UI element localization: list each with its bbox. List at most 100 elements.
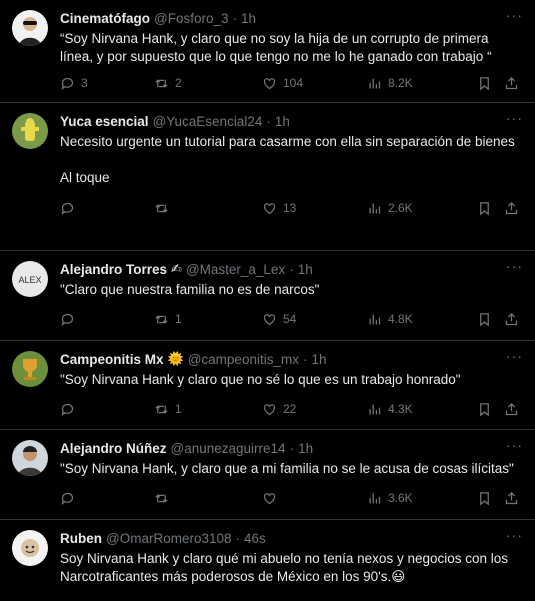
- reply-button[interactable]: 3: [60, 76, 154, 91]
- tweet-header: Cinematófago @Fosforo_3 · 1h: [60, 9, 521, 27]
- retweet-count: 1: [175, 312, 182, 326]
- reply-icon: [61, 403, 74, 416]
- views-button[interactable]: 4.3K: [367, 402, 477, 417]
- retweet-button[interactable]: [154, 201, 262, 216]
- views-button[interactable]: 8.2K: [367, 76, 477, 91]
- tweet-text: "Soy Nirvana Hank y claro que no sé lo q…: [60, 372, 461, 387]
- views-button[interactable]: 4.8K: [367, 312, 477, 327]
- more-options-icon[interactable]: ···: [506, 8, 523, 22]
- bookmark-button[interactable]: [477, 402, 504, 417]
- views-button[interactable]: 2.6K: [367, 201, 477, 216]
- man-with-sunglasses-avatar[interactable]: [12, 10, 48, 46]
- timestamp[interactable]: 46s: [244, 531, 266, 546]
- share-icon: [505, 201, 518, 214]
- views-icon: [369, 78, 381, 88]
- retweet-button[interactable]: [154, 491, 262, 506]
- reply-button[interactable]: [60, 201, 154, 216]
- retweet-button[interactable]: 1: [154, 402, 262, 417]
- author-handle[interactable]: @OmarRomero3108: [106, 531, 232, 546]
- bookmark-button[interactable]: [477, 491, 504, 506]
- separator-dot: ·: [232, 10, 238, 26]
- retweet-icon: [155, 404, 168, 414]
- tweet[interactable]: ALEX Alejandro Torres ✍ @Master_a_Lex · …: [0, 251, 535, 341]
- heart-icon: [263, 202, 276, 214]
- retweet-icon: [155, 78, 168, 88]
- timestamp[interactable]: 1h: [241, 11, 256, 26]
- like-count: 104: [283, 76, 304, 90]
- share-button[interactable]: [504, 491, 519, 506]
- like-count: 22: [283, 402, 297, 416]
- bookmark-icon: [480, 312, 489, 326]
- bookmark-icon: [480, 402, 489, 416]
- author-handle[interactable]: @Fosforo_3: [154, 11, 229, 26]
- like-button[interactable]: 13: [262, 201, 367, 216]
- tweet[interactable]: Yuca esencial @YucaEsencial24 · 1h ··· N…: [0, 103, 535, 251]
- tweet-header: Yuca esencial @YucaEsencial24 · 1h: [60, 112, 521, 130]
- author-name[interactable]: Alejandro Núñez: [60, 441, 167, 456]
- like-button[interactable]: 22: [262, 402, 367, 417]
- cartoon-face-avatar[interactable]: [12, 530, 48, 566]
- like-button[interactable]: 104: [262, 76, 367, 91]
- reply-icon: [61, 77, 74, 90]
- author-name[interactable]: Yuca esencial: [60, 114, 149, 129]
- timestamp[interactable]: 1h: [298, 262, 313, 277]
- more-options-icon[interactable]: ···: [506, 259, 523, 273]
- man-portrait-avatar[interactable]: [12, 440, 48, 476]
- share-button[interactable]: [504, 76, 519, 91]
- tweet-actions: 3 2 104 8.2K: [60, 66, 521, 100]
- tweet-header: Campeonitis Mx 🌞 @campeonitis_mx · 1h: [60, 350, 521, 368]
- yellow-figure-avatar[interactable]: [12, 113, 48, 149]
- bookmark-button[interactable]: [477, 76, 504, 91]
- author-handle[interactable]: @anunezaguirre14: [171, 441, 286, 456]
- bookmark-icon: [480, 491, 489, 505]
- tweet-actions: 3.6K: [60, 481, 521, 515]
- separator-dot: ·: [289, 440, 295, 456]
- reply-button[interactable]: [60, 312, 154, 327]
- tweet-text: "Claro que nuestra familia no es de narc…: [60, 282, 320, 297]
- timestamp[interactable]: 1h: [311, 352, 326, 367]
- timestamp[interactable]: 1h: [298, 441, 313, 456]
- tweet[interactable]: Campeonitis Mx 🌞 @campeonitis_mx · 1h ··…: [0, 341, 535, 430]
- more-options-icon[interactable]: ···: [506, 528, 523, 542]
- more-options-icon[interactable]: ···: [506, 111, 523, 125]
- separator-dot: ·: [266, 113, 271, 129]
- reply-count: 3: [81, 76, 88, 90]
- timestamp[interactable]: 1h: [275, 114, 290, 129]
- like-button[interactable]: [262, 491, 367, 506]
- views-icon: [369, 493, 381, 503]
- author-handle[interactable]: @campeonitis_mx: [188, 352, 299, 367]
- author-handle[interactable]: @Master_a_Lex: [186, 262, 285, 277]
- share-button[interactable]: [504, 402, 519, 417]
- heart-icon: [263, 77, 276, 89]
- bookmark-button[interactable]: [477, 312, 504, 327]
- views-button[interactable]: 3.6K: [367, 491, 477, 506]
- trophy-avatar[interactable]: [12, 351, 48, 387]
- bookmark-button[interactable]: [477, 201, 504, 216]
- author-handle[interactable]: @YucaEsencial24: [153, 114, 263, 129]
- separator-dot: ·: [289, 261, 294, 277]
- more-options-icon[interactable]: ···: [506, 349, 523, 363]
- alex-logo-avatar[interactable]: ALEX: [12, 261, 48, 297]
- retweet-icon: [155, 203, 168, 213]
- reply-button[interactable]: [60, 402, 154, 417]
- author-name[interactable]: Cinematófago: [60, 11, 150, 26]
- more-options-icon[interactable]: ···: [506, 438, 523, 452]
- tweet-header: Ruben @OmarRomero3108 · 46s: [60, 529, 521, 547]
- reply-icon: [61, 202, 74, 215]
- author-name[interactable]: Alejandro Torres: [60, 262, 167, 277]
- separator-dot: ·: [302, 351, 308, 367]
- share-icon: [505, 76, 518, 89]
- author-name[interactable]: Ruben: [60, 531, 102, 546]
- tweet[interactable]: Cinematófago @Fosforo_3 · 1h ··· “Soy Ni…: [0, 0, 535, 103]
- tweet[interactable]: Alejandro Núñez @anunezaguirre14 · 1h ··…: [0, 430, 535, 520]
- retweet-count: 1: [175, 402, 182, 416]
- like-button[interactable]: 54: [262, 312, 367, 327]
- share-button[interactable]: [504, 201, 519, 216]
- retweet-button[interactable]: 2: [154, 76, 262, 91]
- retweet-button[interactable]: 1: [154, 312, 262, 327]
- tweet-header: Alejandro Núñez @anunezaguirre14 · 1h: [60, 439, 521, 457]
- tweet[interactable]: Ruben @OmarRomero3108 · 46s ··· Soy Nirv…: [0, 520, 535, 601]
- reply-button[interactable]: [60, 491, 154, 506]
- share-button[interactable]: [504, 312, 519, 327]
- author-name[interactable]: Campeonitis Mx: [60, 352, 164, 367]
